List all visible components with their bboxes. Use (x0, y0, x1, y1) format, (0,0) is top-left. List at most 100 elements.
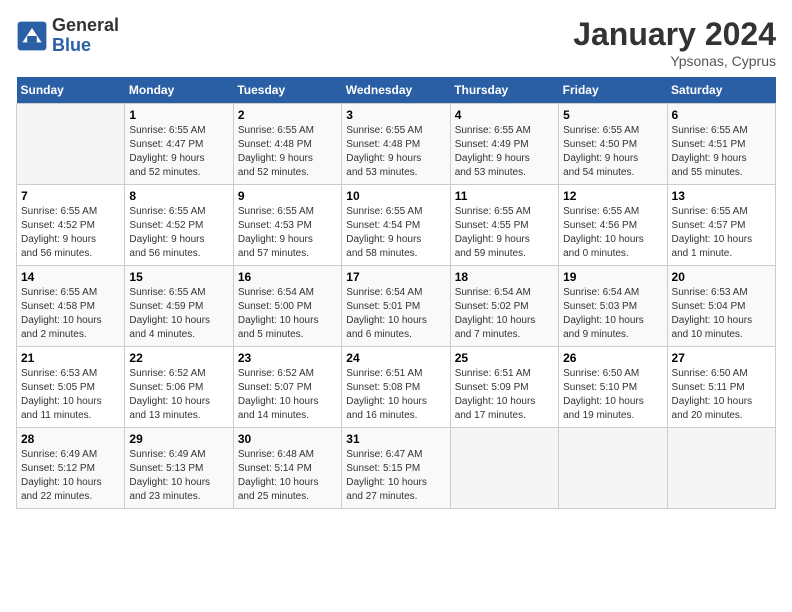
calendar-cell: 19 Sunrise: 6:54 AM Sunset: 5:03 PM Dayli… (559, 266, 667, 347)
day-info: Sunrise: 6:51 AM Sunset: 5:08 PM Dayligh… (346, 367, 445, 423)
calendar-cell: 31 Sunrise: 6:47 AM Sunset: 5:15 PM Dayli… (342, 428, 450, 509)
day-info: Sunrise: 6:50 AM Sunset: 5:10 PM Dayligh… (563, 367, 662, 423)
weekday-header: Sunday (17, 77, 125, 104)
calendar-cell (17, 104, 125, 185)
day-number: 14 (21, 270, 120, 284)
day-info: Sunrise: 6:55 AM Sunset: 4:51 PM Dayligh… (672, 124, 771, 180)
day-number: 12 (563, 189, 662, 203)
weekday-header: Friday (559, 77, 667, 104)
day-info: Sunrise: 6:55 AM Sunset: 4:54 PM Dayligh… (346, 205, 445, 261)
calendar-cell: 8Sunrise: 6:55 AM Sunset: 4:52 PM Daylig… (125, 185, 233, 266)
day-info: Sunrise: 6:54 AM Sunset: 5:02 PM Dayligh… (455, 286, 554, 342)
calendar-cell: 25Sunrise: 6:51 AM Sunset: 5:09 PM Dayli… (450, 347, 558, 428)
calendar-table: SundayMondayTuesdayWednesdayThursdayFrid… (16, 77, 776, 509)
day-info: Sunrise: 6:55 AM Sunset: 4:48 PM Dayligh… (346, 124, 445, 180)
day-number: 2 (238, 108, 337, 122)
day-number: 10 (346, 189, 445, 203)
calendar-cell (559, 428, 667, 509)
day-info: Sunrise: 6:55 AM Sunset: 4:48 PM Dayligh… (238, 124, 337, 180)
day-number: 21 (21, 351, 120, 365)
logo-icon (16, 20, 48, 52)
day-number: 22 (129, 351, 228, 365)
day-number: 26 (563, 351, 662, 365)
day-info: Sunrise: 6:53 AM Sunset: 5:05 PM Dayligh… (21, 367, 120, 423)
day-info: Sunrise: 6:53 AM Sunset: 5:04 PM Dayligh… (672, 286, 771, 342)
calendar-cell: 11 Sunrise: 6:55 AM Sunset: 4:55 PM Dayli… (450, 185, 558, 266)
day-number: 9 (238, 189, 337, 203)
weekday-header: Tuesday (233, 77, 341, 104)
day-number: 13 (672, 189, 771, 203)
logo: General Blue (16, 16, 119, 56)
calendar-week-row: 1 Sunrise: 6:55 AM Sunset: 4:47 PM Daylig… (17, 104, 776, 185)
calendar-cell: 3Sunrise: 6:55 AM Sunset: 4:48 PM Daylig… (342, 104, 450, 185)
day-number: 17 (346, 270, 445, 284)
day-info: Sunrise: 6:47 AM Sunset: 5:15 PM Dayligh… (346, 448, 445, 504)
calendar-cell: 20Sunrise: 6:53 AM Sunset: 5:04 PM Dayli… (667, 266, 775, 347)
calendar-cell: 21 Sunrise: 6:53 AM Sunset: 5:05 PM Dayli… (17, 347, 125, 428)
calendar-cell: 1 Sunrise: 6:55 AM Sunset: 4:47 PM Daylig… (125, 104, 233, 185)
calendar-cell: 2 Sunrise: 6:55 AM Sunset: 4:48 PM Daylig… (233, 104, 341, 185)
calendar-week-row: 21 Sunrise: 6:53 AM Sunset: 5:05 PM Dayli… (17, 347, 776, 428)
calendar-header: SundayMondayTuesdayWednesdayThursdayFrid… (17, 77, 776, 104)
calendar-cell: 24Sunrise: 6:51 AM Sunset: 5:08 PM Dayli… (342, 347, 450, 428)
day-info: Sunrise: 6:55 AM Sunset: 4:52 PM Dayligh… (129, 205, 228, 261)
title-block: January 2024 Ypsonas, Cyprus (573, 16, 776, 69)
weekday-header: Thursday (450, 77, 558, 104)
logo-blue: Blue (52, 36, 119, 56)
calendar-cell: 5Sunrise: 6:55 AM Sunset: 4:50 PM Daylig… (559, 104, 667, 185)
calendar-cell: 6 Sunrise: 6:55 AM Sunset: 4:51 PM Daylig… (667, 104, 775, 185)
day-info: Sunrise: 6:55 AM Sunset: 4:56 PM Dayligh… (563, 205, 662, 261)
calendar-cell: 26 Sunrise: 6:50 AM Sunset: 5:10 PM Dayli… (559, 347, 667, 428)
day-number: 28 (21, 432, 120, 446)
day-info: Sunrise: 6:55 AM Sunset: 4:49 PM Dayligh… (455, 124, 554, 180)
day-info: Sunrise: 6:55 AM Sunset: 4:50 PM Dayligh… (563, 124, 662, 180)
calendar-cell: 12 Sunrise: 6:55 AM Sunset: 4:56 PM Dayli… (559, 185, 667, 266)
logo-general: General (52, 16, 119, 36)
calendar-week-row: 14Sunrise: 6:55 AM Sunset: 4:58 PM Dayli… (17, 266, 776, 347)
day-number: 15 (129, 270, 228, 284)
calendar-cell: 30 Sunrise: 6:48 AM Sunset: 5:14 PM Dayli… (233, 428, 341, 509)
weekday-row: SundayMondayTuesdayWednesdayThursdayFrid… (17, 77, 776, 104)
calendar-cell: 13 Sunrise: 6:55 AM Sunset: 4:57 PM Dayli… (667, 185, 775, 266)
day-info: Sunrise: 6:55 AM Sunset: 4:53 PM Dayligh… (238, 205, 337, 261)
day-info: Sunrise: 6:50 AM Sunset: 5:11 PM Dayligh… (672, 367, 771, 423)
calendar-cell: 7Sunrise: 6:55 AM Sunset: 4:52 PM Daylig… (17, 185, 125, 266)
page-header: General Blue January 2024 Ypsonas, Cypru… (16, 16, 776, 69)
day-info: Sunrise: 6:54 AM Sunset: 5:03 PM Dayligh… (563, 286, 662, 342)
calendar-cell: 15 Sunrise: 6:55 AM Sunset: 4:59 PM Dayli… (125, 266, 233, 347)
day-number: 19 (563, 270, 662, 284)
day-info: Sunrise: 6:55 AM Sunset: 4:52 PM Dayligh… (21, 205, 120, 261)
day-info: Sunrise: 6:55 AM Sunset: 4:59 PM Dayligh… (129, 286, 228, 342)
day-number: 27 (672, 351, 771, 365)
day-info: Sunrise: 6:48 AM Sunset: 5:14 PM Dayligh… (238, 448, 337, 504)
weekday-header: Monday (125, 77, 233, 104)
month-title: January 2024 (573, 16, 776, 53)
day-number: 6 (672, 108, 771, 122)
calendar-cell: 9 Sunrise: 6:55 AM Sunset: 4:53 PM Daylig… (233, 185, 341, 266)
calendar-cell (450, 428, 558, 509)
calendar-cell: 22Sunrise: 6:52 AM Sunset: 5:06 PM Dayli… (125, 347, 233, 428)
logo-text: General Blue (52, 16, 119, 56)
calendar-cell: 10 Sunrise: 6:55 AM Sunset: 4:54 PM Dayli… (342, 185, 450, 266)
day-info: Sunrise: 6:55 AM Sunset: 4:55 PM Dayligh… (455, 205, 554, 261)
calendar-cell: 14Sunrise: 6:55 AM Sunset: 4:58 PM Dayli… (17, 266, 125, 347)
calendar-cell (667, 428, 775, 509)
calendar-cell: 17Sunrise: 6:54 AM Sunset: 5:01 PM Dayli… (342, 266, 450, 347)
day-info: Sunrise: 6:55 AM Sunset: 4:47 PM Dayligh… (129, 124, 228, 180)
calendar-week-row: 7Sunrise: 6:55 AM Sunset: 4:52 PM Daylig… (17, 185, 776, 266)
calendar-cell: 27 Sunrise: 6:50 AM Sunset: 5:11 PM Dayli… (667, 347, 775, 428)
day-number: 1 (129, 108, 228, 122)
day-info: Sunrise: 6:51 AM Sunset: 5:09 PM Dayligh… (455, 367, 554, 423)
calendar-cell: 29 Sunrise: 6:49 AM Sunset: 5:13 PM Dayli… (125, 428, 233, 509)
day-number: 23 (238, 351, 337, 365)
day-number: 4 (455, 108, 554, 122)
day-number: 31 (346, 432, 445, 446)
day-number: 11 (455, 189, 554, 203)
day-number: 29 (129, 432, 228, 446)
day-number: 16 (238, 270, 337, 284)
calendar-body: 1 Sunrise: 6:55 AM Sunset: 4:47 PM Daylig… (17, 104, 776, 509)
day-number: 30 (238, 432, 337, 446)
calendar-cell: 23Sunrise: 6:52 AM Sunset: 5:07 PM Dayli… (233, 347, 341, 428)
day-info: Sunrise: 6:55 AM Sunset: 4:57 PM Dayligh… (672, 205, 771, 261)
day-info: Sunrise: 6:49 AM Sunset: 5:13 PM Dayligh… (129, 448, 228, 504)
